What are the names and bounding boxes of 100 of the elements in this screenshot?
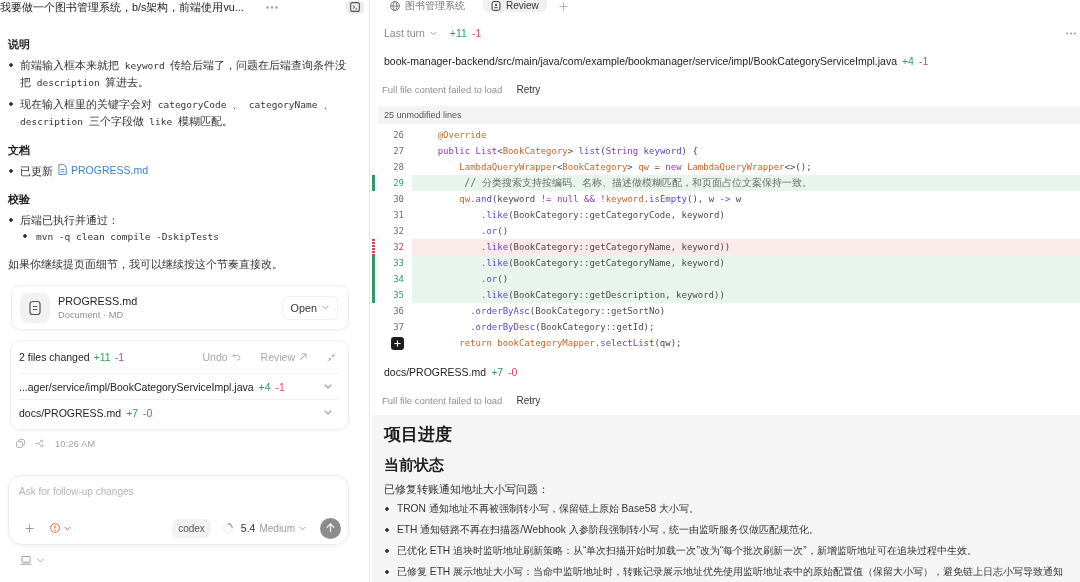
line-number: 26 <box>393 130 404 140</box>
section-heading: 说明 <box>8 37 31 52</box>
preview-title: 项目进度 <box>384 424 452 446</box>
added-count: +4 <box>258 380 271 393</box>
tab[interactable]: 图书管理系统 <box>382 0 473 12</box>
code-line: @Override <box>436 130 487 140</box>
open-button[interactable]: Open <box>281 295 338 320</box>
chevron-down-icon <box>64 525 71 531</box>
code-line: public List<BookCategory> list(String keyword) { <box>436 146 698 156</box>
removed-count: -1 <box>275 380 285 393</box>
file-path[interactable]: ...ager/service/impl/BookCategoryServiceImpl.java <box>19 380 254 393</box>
chevron-down-icon[interactable] <box>324 384 332 389</box>
line-number: 33 <box>393 258 404 268</box>
code-line: .orderByAsc(BookCategory::getSortNo) <box>469 306 666 316</box>
line-number: 27 <box>393 146 404 156</box>
line-number: 31 <box>393 210 404 220</box>
file-path[interactable]: docs/PROGRESS.md <box>19 406 122 419</box>
chevron-down-icon[interactable] <box>324 410 332 415</box>
code-line: // 分类搜索支持按编码、名称、描述做模糊匹配，和页面占位文案保持一致。 <box>463 176 813 190</box>
copy-icon[interactable] <box>16 438 25 448</box>
removed-count: -1 <box>114 351 125 363</box>
removed-count: -0 <box>508 366 518 378</box>
section-heading: 校验 <box>8 192 31 207</box>
message-time: 10:26 AM <box>55 437 96 449</box>
document-icon <box>20 292 50 323</box>
add-comment-button[interactable] <box>391 336 404 350</box>
line-number: 28 <box>393 162 404 172</box>
branch-icon[interactable] <box>35 438 45 448</box>
model-selector[interactable]: 5.4 Medium <box>240 522 306 534</box>
changes-summary: 2 files changed <box>19 351 90 363</box>
code-line: .like(BookCategory::getCategoryName, keyword) <box>480 258 725 268</box>
chevron-down-icon <box>37 557 44 563</box>
line-number: 34 <box>393 274 404 284</box>
list-item: 已更新 <box>8 163 53 179</box>
added-count: +7 <box>491 366 504 378</box>
line-number: 36 <box>393 306 404 316</box>
chevron-down-icon <box>429 30 437 36</box>
permission-button[interactable] <box>50 523 71 533</box>
arrow-up-right-icon <box>299 353 307 361</box>
code-line: LambdaQueryWrapper<BookCategory> qw = new LambdaQueryWrapper<>(); <box>458 162 812 172</box>
thread-title: 我要做一个图书管理系统，b/s架构，前端使用vu... <box>0 1 244 13</box>
preview-subtitle: 当前状态 <box>384 456 444 475</box>
scope-dropdown[interactable]: Last turn <box>384 27 437 39</box>
spinner-icon <box>222 523 233 533</box>
terminal-button[interactable] <box>346 0 364 14</box>
section-heading: 文档 <box>8 143 31 158</box>
removed-count: -1 <box>918 55 929 67</box>
added-count: +4 <box>902 55 914 67</box>
undo-icon <box>231 353 241 361</box>
clipboard-icon <box>491 1 501 11</box>
more-icon[interactable] <box>1066 31 1076 35</box>
file-path[interactable]: book-manager-backend/src/main/java/com/example/bookmanager/service/impl/BookCategoryServiceImpl.java <box>384 55 897 67</box>
line-number: 37 <box>393 322 404 332</box>
document-icon <box>58 164 67 175</box>
globe-icon <box>390 1 400 11</box>
code-line: .like(BookCategory::getCategoryName, keyword)) <box>480 242 731 252</box>
removed-count: -1 <box>471 27 482 39</box>
code-line: .like(BookCategory::getCategoryCode, keyword) <box>480 210 725 220</box>
line-number: 29 <box>393 178 404 188</box>
arrow-up-icon <box>326 523 335 533</box>
file-path[interactable]: docs/PROGRESS.md <box>384 366 487 378</box>
more-icon[interactable] <box>265 5 278 9</box>
code-line: .orderByDesc(BookCategory::getId); <box>469 322 655 332</box>
retry-button[interactable]: Retry <box>516 394 541 406</box>
send-button[interactable] <box>320 517 341 539</box>
code-line: .or() <box>480 226 509 236</box>
retry-button[interactable]: Retry <box>516 83 541 95</box>
tab[interactable]: Review <box>483 0 547 12</box>
laptop-icon <box>20 555 32 565</box>
added-count: +11 <box>93 351 111 363</box>
code-line: .like(BookCategory::getDescription, keyword)) <box>480 290 725 300</box>
plus-icon[interactable] <box>25 523 34 533</box>
file-link[interactable]: PROGRESS.md <box>58 163 149 176</box>
file-name: PROGRESS.md <box>58 293 138 308</box>
added-count: +7 <box>126 406 139 419</box>
load-error-message: Full file content failed to load <box>382 83 503 95</box>
code-line: return bookCategoryMapper.selectList(qw); <box>458 338 682 348</box>
removed-count: -0 <box>143 406 153 419</box>
alert-icon <box>50 523 60 533</box>
unmodified-lines-bar[interactable]: 25 unmodified lines <box>378 106 1080 124</box>
line-number: 35 <box>393 290 404 300</box>
line-number: 32 <box>393 242 404 252</box>
added-count: +11 <box>449 27 467 39</box>
plus-icon <box>394 339 401 347</box>
preview-paragraph: 已修复转账通知地址大小写问题： <box>384 482 549 497</box>
chevron-down-icon <box>299 525 306 531</box>
message-text: 如果你继续提页面细节，我可以继续按这个节奏直接改。 <box>8 257 284 272</box>
terminal-icon <box>350 2 360 12</box>
message-input[interactable]: Ask for follow-up changes <box>17 482 341 500</box>
list-item: 前端输入框本来就把 keyword 传给后端了，问题在后端查询条件没把 description 算进去。 <box>8 57 349 91</box>
code-line: .or() <box>480 274 509 284</box>
line-number: 32 <box>393 226 404 236</box>
agent-button[interactable]: codex <box>172 518 211 538</box>
collapse-icon[interactable] <box>327 352 336 362</box>
chevron-down-icon <box>322 305 329 310</box>
plus-icon[interactable] <box>558 1 568 11</box>
file-type: Document · MD <box>58 308 125 322</box>
load-error-message: Full file content failed to load <box>382 394 503 406</box>
line-number: 30 <box>393 194 404 204</box>
code-line: qw.and(keyword != null && !keyword.isEmpty(), w -> w <box>458 194 742 204</box>
